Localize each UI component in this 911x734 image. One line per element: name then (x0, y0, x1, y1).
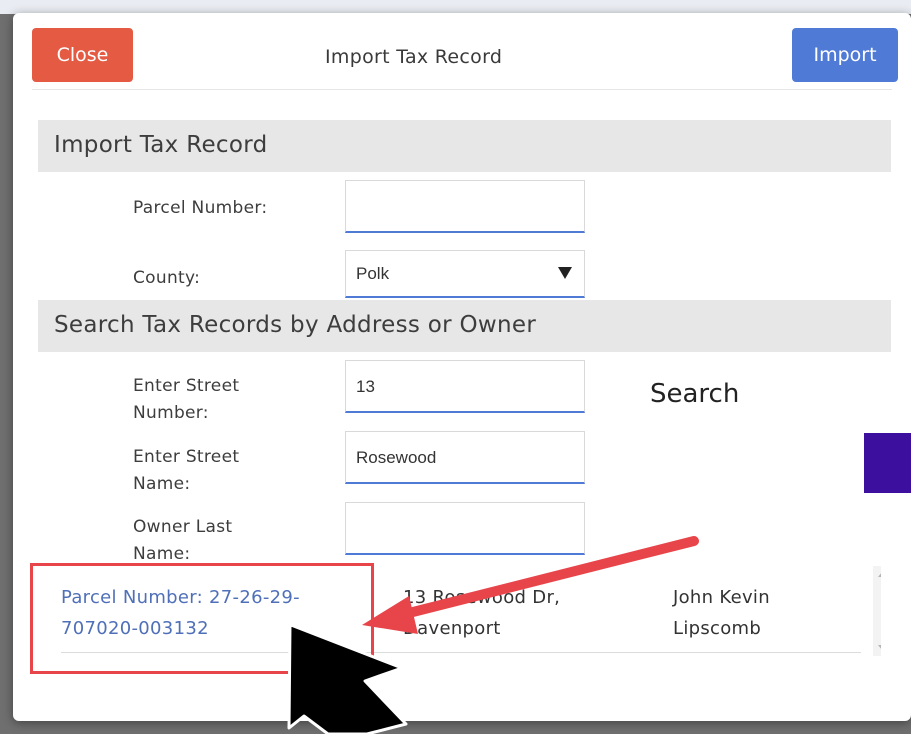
dropdown-arrow-icon (558, 267, 572, 279)
parcel-number-input[interactable] (345, 180, 585, 233)
background-toolbar (0, 0, 911, 14)
search-section-title: Search Tax Records by Address or Owner (54, 312, 537, 338)
purple-block (864, 433, 911, 493)
street-name-label-line1: Enter Street (133, 447, 240, 467)
modal-title: Import Tax Record (325, 46, 503, 68)
county-selected-value: Polk (356, 264, 390, 283)
close-button[interactable]: Close (32, 28, 133, 82)
street-name-input[interactable]: Rosewood (345, 431, 585, 484)
street-number-label: Enter Street Number: (133, 373, 239, 427)
result-address: 13 Rosewood Dr, Davenport (403, 582, 603, 644)
result-owner-line1: John Kevin (673, 587, 770, 608)
street-number-label-line1: Enter Street (133, 376, 240, 396)
result-address-line1: 13 Rosewood Dr, (403, 587, 561, 608)
search-button[interactable]: Search (650, 379, 739, 409)
street-name-label: Enter Street Name: (133, 444, 239, 498)
owner-last-name-label: Owner Last Name: (133, 514, 232, 568)
county-select[interactable]: Polk (345, 250, 585, 298)
result-owner-line2: Lipscomb (673, 618, 762, 639)
result-owner: John Kevin Lipscomb (673, 582, 813, 644)
street-number-input[interactable]: 13 (345, 360, 585, 413)
search-section-header: Search Tax Records by Address or Owner (38, 300, 891, 352)
header-divider (32, 89, 892, 90)
county-label: County: (133, 268, 201, 288)
owner-last-name-input[interactable] (345, 502, 585, 555)
scroll-up-icon[interactable] (878, 572, 881, 577)
parcel-number-label: Parcel Number: (133, 198, 268, 218)
owner-last-name-label-line1: Owner Last (133, 517, 233, 537)
import-section-header: Import Tax Record (38, 120, 891, 172)
import-section-title: Import Tax Record (54, 132, 268, 158)
street-name-label-line2: Name: (133, 474, 191, 494)
result-address-line2: Davenport (403, 618, 501, 639)
street-number-label-line2: Number: (133, 403, 209, 423)
import-button[interactable]: Import (792, 28, 898, 82)
scroll-down-icon[interactable] (878, 645, 881, 650)
annotation-highlight-box (30, 563, 374, 674)
results-scrollbar[interactable] (873, 566, 881, 656)
